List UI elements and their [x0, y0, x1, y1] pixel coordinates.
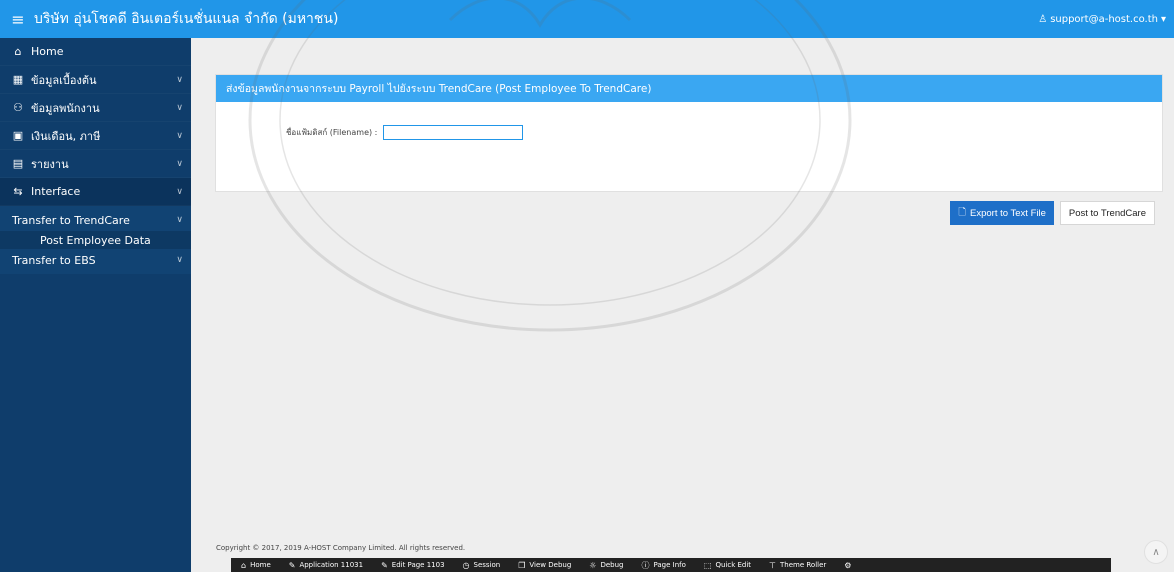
chevron-down-icon: ∨ — [176, 102, 183, 113]
sidebar-item-label: ข้อมูลพนักงาน — [31, 101, 100, 115]
panel-title: ส่งข้อมูลพนักงานจากระบบ Payroll ไปยังระบ… — [216, 75, 1162, 102]
dev-label: Debug — [600, 561, 624, 569]
swap-icon: ⇆ — [13, 185, 23, 198]
info-icon: ⓘ — [641, 560, 650, 570]
dev-label: View Debug — [529, 561, 572, 569]
bug-icon: ☼ — [589, 560, 597, 570]
sidebar-item-transfer-ebs[interactable]: Transfer to EBS ∨ — [0, 249, 191, 271]
dev-label: Edit Page 1103 — [391, 561, 445, 569]
menu-toggle-icon[interactable]: ≡ — [4, 0, 32, 38]
export-text-file-button[interactable]: 🗋 Export to Text File — [950, 201, 1054, 225]
sidebar-item-transfer-trendcare[interactable]: Transfer to TrendCare ∨ — [0, 209, 191, 231]
clock-icon: ◷ — [462, 560, 470, 570]
dev-view-debug-button[interactable]: ❐ View Debug — [518, 561, 571, 570]
filename-input[interactable] — [383, 125, 524, 140]
chevron-down-icon: ∨ — [176, 255, 183, 265]
breadcrumb-strip — [191, 38, 1174, 68]
user-menu[interactable]: ♙ support@a-host.co.th ▾ — [1038, 0, 1166, 38]
dev-label: Theme Roller — [780, 561, 827, 569]
sidebar-item-label: เงินเดือน, ภาษี — [31, 129, 101, 143]
dev-application-button[interactable]: ✎ Application 11031 — [289, 561, 363, 570]
home-icon: ⌂ — [241, 560, 247, 570]
sidebar: ⌂ Home ▦ ข้อมูลเบื้องต้น ∨ ⚇ ข้อมูลพนักง… — [0, 38, 191, 572]
top-bar: ≡ บริษัท อุ่นโชคดี อินเตอร์เนชั่นแนล จำก… — [0, 0, 1174, 38]
sidebar-item-label: Home — [31, 45, 64, 58]
chevron-down-icon: ∨ — [176, 130, 183, 141]
report-icon: ▤ — [12, 157, 24, 170]
chevron-down-icon: ∨ — [176, 186, 183, 197]
dev-debug-button[interactable]: ☼ Debug — [589, 561, 623, 570]
button-label: Export to Text File — [970, 207, 1046, 219]
scroll-to-top-button[interactable]: ∧ — [1144, 540, 1168, 564]
sidebar-item-label: Interface — [31, 185, 81, 198]
developer-toolbar: ⌂ Home ✎ Application 11031 ✎ Edit Page 1103… — [231, 558, 1111, 572]
post-employee-panel: ส่งข้อมูลพนักงานจากระบบ Payroll ไปยังระบ… — [215, 74, 1163, 225]
user-icon: ♙ — [1038, 13, 1048, 25]
users-icon: ⚇ — [13, 101, 23, 114]
sidebar-item-home[interactable]: ⌂ Home — [0, 38, 191, 66]
action-buttons: 🗋 Export to Text File Post to TrendCare — [950, 201, 1155, 225]
dev-session-button[interactable]: ◷ Session — [463, 561, 501, 570]
button-label: Post to TrendCare — [1068, 207, 1146, 219]
home-icon: ⌂ — [14, 45, 22, 58]
money-icon: ▣ — [12, 129, 24, 142]
dev-label: Application 11031 — [299, 561, 364, 569]
sidebar-item-employee-data[interactable]: ⚇ ข้อมูลพนักงาน ∨ — [0, 94, 191, 122]
sidebar-item-salary-tax[interactable]: ▣ เงินเดือน, ภาษี ∨ — [0, 122, 191, 150]
edit-icon: ✎ — [288, 560, 296, 570]
sidebar-item-label: Transfer to EBS — [12, 253, 96, 267]
sidebar-item-label: Post Employee Data — [40, 233, 151, 247]
dev-label: Session — [473, 561, 501, 569]
file-icon: 🗋 — [958, 207, 967, 218]
dev-quick-edit-button[interactable]: ⬚ Quick Edit — [704, 561, 751, 570]
sidebar-item-basic-data[interactable]: ▦ ข้อมูลเบื้องต้น ∨ — [0, 66, 191, 94]
main-content: ส่งข้อมูลพนักงานจากระบบ Payroll ไปยังระบ… — [191, 38, 1174, 572]
interface-submenu: Transfer to TrendCare ∨ Post Employee Da… — [0, 206, 191, 274]
gear-icon: ⚙ — [844, 560, 852, 570]
user-email: support@a-host.co.th — [1050, 13, 1158, 25]
dev-label: Home — [250, 561, 271, 569]
edit-icon: ✎ — [381, 560, 388, 570]
sidebar-item-label: รายงาน — [31, 157, 69, 171]
grid-icon: ▦ — [12, 73, 24, 86]
chevron-down-icon: ∨ — [176, 74, 183, 85]
chevron-down-icon: ∨ — [176, 158, 183, 169]
copyright-text: Copyright © 2017, 2019 A-HOST Company Li… — [216, 544, 466, 552]
roller-icon: ⊤ — [769, 560, 777, 570]
sidebar-item-reports[interactable]: ▤ รายงาน ∨ — [0, 150, 191, 178]
filename-row: ชื่อแฟ้มดิสก์ (Filename) : — [286, 125, 524, 140]
sidebar-item-interface[interactable]: ⇆ Interface ∨ — [0, 178, 191, 206]
cursor-icon: ⬚ — [703, 560, 712, 570]
dev-settings-button[interactable]: ⚙ — [844, 561, 851, 570]
app-title: บริษัท อุ่นโชคดี อินเตอร์เนชั่นแนล จำกัด… — [34, 11, 339, 27]
dev-page-info-button[interactable]: ⓘ Page Info — [641, 560, 685, 571]
chevron-down-icon: ▾ — [1160, 13, 1166, 25]
chevron-up-icon: ∧ — [1152, 546, 1160, 558]
window-icon: ❐ — [518, 560, 526, 570]
dev-label: Page Info — [653, 561, 686, 569]
post-trendcare-button[interactable]: Post to TrendCare — [1059, 201, 1155, 225]
chevron-down-icon: ∨ — [176, 215, 183, 225]
dev-edit-page-button[interactable]: ✎ Edit Page 1103 — [381, 561, 444, 570]
sidebar-item-post-employee-data[interactable]: Post Employee Data — [0, 231, 191, 249]
sidebar-item-label: Transfer to TrendCare — [12, 213, 130, 227]
dev-home-button[interactable]: ⌂ Home — [241, 561, 271, 570]
dev-label: Quick Edit — [715, 561, 752, 569]
dev-theme-roller-button[interactable]: ⊤ Theme Roller — [769, 561, 826, 570]
filename-label: ชื่อแฟ้มดิสก์ (Filename) : — [286, 128, 378, 137]
sidebar-item-label: ข้อมูลเบื้องต้น — [31, 73, 97, 87]
